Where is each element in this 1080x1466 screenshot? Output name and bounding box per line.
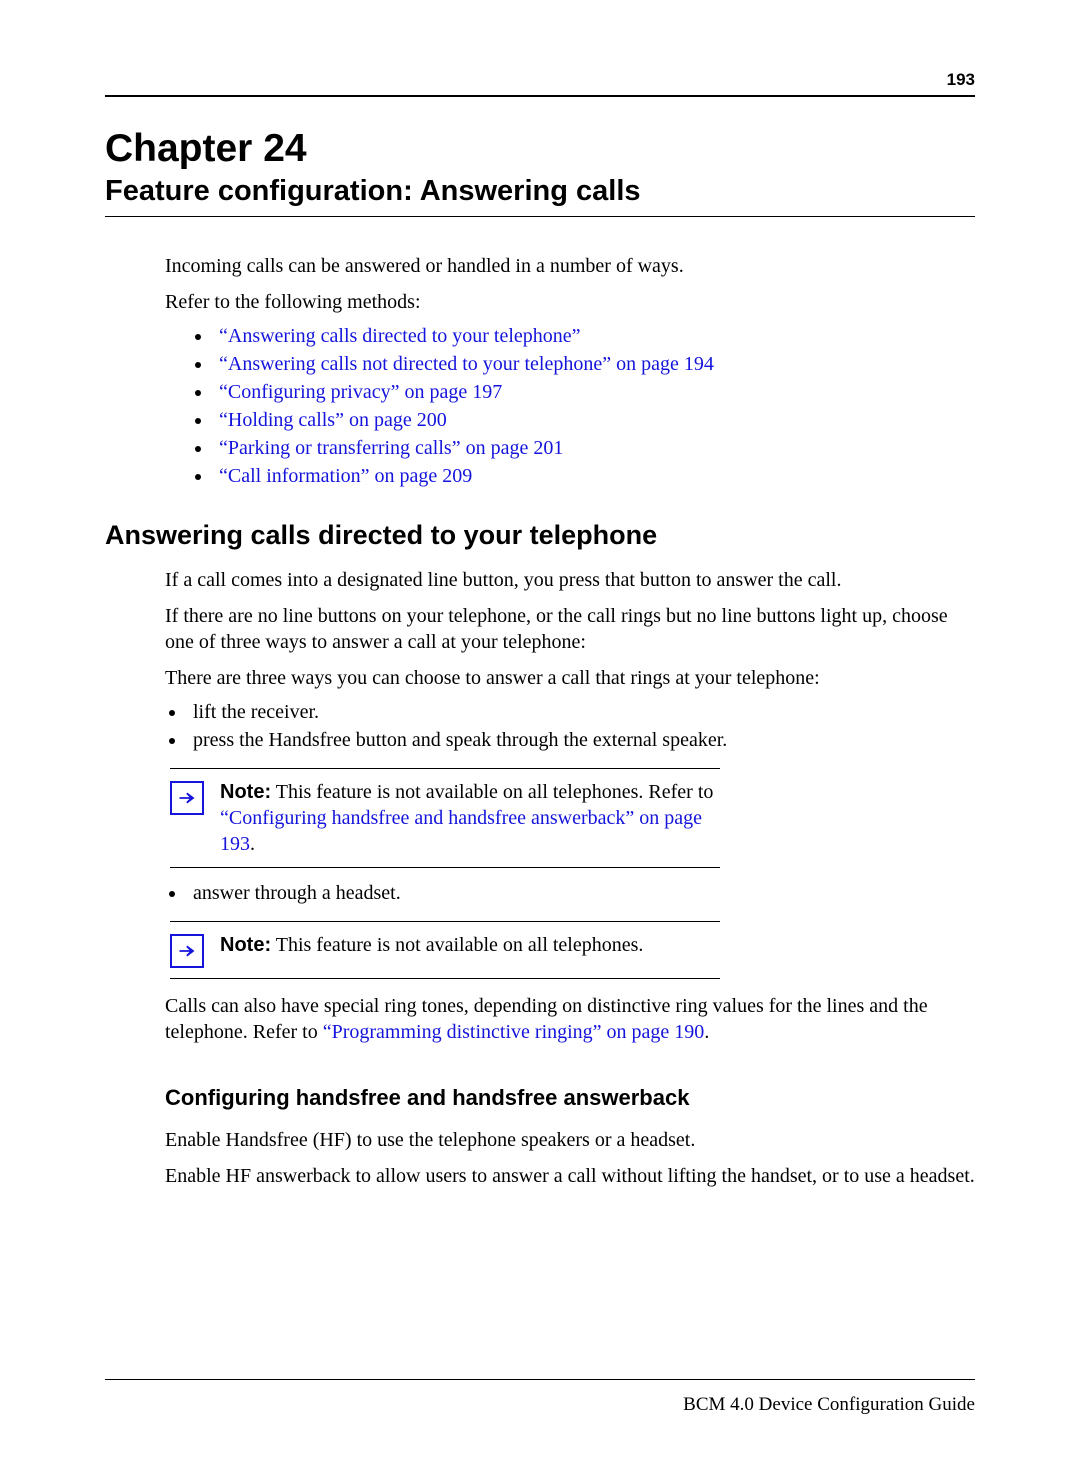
section1-paragraph-3: There are three ways you can choose to a… (165, 665, 975, 691)
closing-suffix: . (704, 1021, 709, 1043)
xref-link-answering-directed[interactable]: “Answering calls directed to your teleph… (219, 325, 581, 347)
title-rule (105, 216, 975, 217)
page-container: 193 Chapter 24 Feature configuration: An… (0, 0, 1080, 1466)
note-text: Note: This feature is not available on a… (220, 779, 720, 857)
arrow-right-icon (170, 781, 204, 815)
sub-paragraph-1: Enable Handsfree (HF) to use the telepho… (165, 1127, 975, 1153)
subsection-heading-handsfree: Configuring handsfree and handsfree answ… (165, 1085, 975, 1111)
intro-paragraph-1: Incoming calls can be answered or handle… (165, 253, 975, 279)
note-label: Note: (220, 781, 271, 803)
section-heading-answering-directed: Answering calls directed to your telepho… (105, 520, 975, 551)
page-footer: BCM 4.0 Device Configuration Guide (105, 1379, 975, 1416)
note-rule (170, 867, 720, 868)
intro-paragraph-2: Refer to the following methods: (165, 289, 975, 315)
xref-link-parking-transferring[interactable]: “Parking or transferring calls” on page … (219, 437, 563, 459)
section1-paragraph-2: If there are no line buttons on your tel… (165, 603, 975, 655)
note-box-1: Note: This feature is not available on a… (170, 768, 720, 868)
chapter-title: Feature configuration: Answering calls (105, 175, 975, 208)
sub-paragraph-2: Enable HF answerback to allow users to a… (165, 1163, 975, 1189)
section1-paragraph-1: If a call comes into a designated line b… (165, 567, 975, 593)
content-area: Incoming calls can be answered or handle… (165, 253, 975, 1189)
note-box-2: Note: This feature is not available on a… (170, 921, 720, 979)
closing-paragraph: Calls can also have special ring tones, … (165, 993, 975, 1045)
list-item: press the Handsfree button and speak thr… (187, 729, 975, 752)
note-label: Note: (220, 934, 271, 956)
xref-link-holding-calls[interactable]: “Holding calls” on page 200 (219, 409, 447, 431)
reference-link-list: “Answering calls directed to your teleph… (165, 325, 975, 488)
ways-list-part1: lift the receiver. press the Handsfree b… (165, 701, 975, 752)
xref-link-distinctive-ringing[interactable]: “Programming distinctive ringing” on pag… (323, 1021, 705, 1043)
arrow-right-icon (170, 934, 204, 968)
xref-link-answering-not-directed[interactable]: “Answering calls not directed to your te… (219, 353, 714, 375)
list-item: lift the receiver. (187, 701, 975, 724)
note-suffix: . (250, 833, 255, 855)
note-body: This feature is not available on all tel… (271, 934, 643, 956)
page-number: 193 (105, 70, 975, 90)
ways-list-part2: answer through a headset. (165, 882, 975, 905)
chapter-number: Chapter 24 (105, 127, 975, 171)
note-rule (170, 978, 720, 979)
footer-rule (105, 1379, 975, 1380)
footer-text: BCM 4.0 Device Configuration Guide (105, 1394, 975, 1416)
top-rule (105, 95, 975, 97)
list-item: answer through a headset. (187, 882, 975, 905)
xref-link-configuring-privacy[interactable]: “Configuring privacy” on page 197 (219, 381, 502, 403)
note-body: This feature is not available on all tel… (271, 781, 713, 803)
note-text: Note: This feature is not available on a… (220, 932, 643, 958)
xref-link-call-information[interactable]: “Call information” on page 209 (219, 465, 472, 487)
xref-link-configuring-handsfree[interactable]: “Configuring handsfree and handsfree ans… (220, 807, 702, 855)
